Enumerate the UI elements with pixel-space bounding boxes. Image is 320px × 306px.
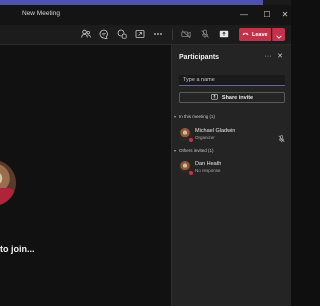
participant-name: Michael Gladwin xyxy=(195,128,236,134)
participant-name: Dan Heath xyxy=(195,161,222,167)
camera-icon[interactable] xyxy=(179,27,193,41)
participant-search-input[interactable] xyxy=(179,75,285,86)
in-meeting-section-header[interactable]: ▾ In this meeting (1) xyxy=(174,114,215,119)
maximize-button[interactable]: ☐ xyxy=(258,7,276,23)
mic-icon[interactable] xyxy=(198,27,212,41)
panel-close-icon[interactable]: ✕ xyxy=(275,52,285,62)
share-invite-button[interactable]: Share invite xyxy=(179,92,285,103)
participant-role: Organizer xyxy=(195,135,215,140)
leave-label: Leave xyxy=(252,31,268,38)
leave-button[interactable]: Leave xyxy=(239,28,271,41)
section-label: In this meeting (1) xyxy=(179,114,216,119)
meeting-toolbar: Leave xyxy=(0,25,291,45)
window-title: New Meeting xyxy=(22,10,60,17)
minimize-button[interactable]: — xyxy=(235,7,253,23)
meeting-stage: to join... xyxy=(0,45,171,306)
others-invited-section-header[interactable]: ▾ Others invited (1) xyxy=(174,148,214,153)
share-invite-label: Share invite xyxy=(221,94,254,101)
toolbar-divider xyxy=(172,29,173,40)
reactions-icon[interactable] xyxy=(115,27,129,41)
participant-role: No response xyxy=(195,168,221,173)
section-label: Others invited (1) xyxy=(179,148,214,153)
participant-avatar xyxy=(0,160,16,206)
chat-icon[interactable] xyxy=(97,27,111,41)
close-window-button[interactable]: ✕ xyxy=(276,7,294,23)
chevron-down-icon xyxy=(276,26,282,44)
hang-up-icon xyxy=(242,31,249,38)
chevron-down-icon: ▾ xyxy=(174,148,177,153)
chevron-down-icon: ▾ xyxy=(174,114,177,119)
participant-row[interactable]: Michael Gladwin Organizer xyxy=(179,128,289,144)
presence-status-badge xyxy=(188,170,194,176)
share-screen-icon[interactable] xyxy=(133,27,147,41)
leave-options-button[interactable] xyxy=(272,28,285,41)
mic-muted-icon[interactable] xyxy=(278,130,285,148)
participant-row[interactable]: Dan Heath No response xyxy=(179,161,289,177)
waiting-message: to join... xyxy=(0,244,35,254)
people-icon[interactable] xyxy=(79,27,93,41)
panel-more-icon[interactable]: ··· xyxy=(263,52,273,62)
presence-status-badge xyxy=(188,137,194,143)
more-icon[interactable] xyxy=(151,27,165,41)
participants-panel: Participants ··· ✕ Share invite ▾ In thi… xyxy=(171,45,291,306)
title-bar: New Meeting — ☐ ✕ xyxy=(0,5,291,25)
share-invite-icon xyxy=(211,93,218,102)
share-tray-icon[interactable] xyxy=(217,27,231,41)
panel-title: Participants xyxy=(179,54,220,61)
